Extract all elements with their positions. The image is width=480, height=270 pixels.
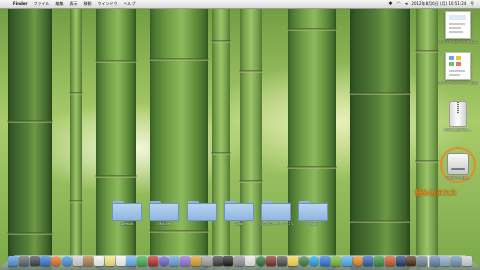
dock bbox=[8, 254, 472, 268]
chess-icon[interactable] bbox=[212, 256, 223, 266]
folder-label: ダウンロード・プログラム bbox=[259, 222, 293, 226]
time-machine-icon[interactable] bbox=[298, 256, 309, 266]
folder-icon-2[interactable]: Mobile bbox=[147, 201, 181, 226]
mail-icon[interactable] bbox=[72, 256, 83, 266]
folder-icon-1[interactable]: Default bbox=[110, 201, 144, 226]
calendar-icon[interactable] bbox=[94, 256, 105, 266]
photo-booth-icon[interactable] bbox=[147, 256, 158, 266]
vlc-icon[interactable] bbox=[352, 256, 363, 266]
clock[interactable]: 2012年8月6日 (月) 10:51:24 bbox=[409, 0, 468, 8]
menu-finder[interactable]: Finder bbox=[10, 0, 31, 8]
menu-go[interactable]: 移動 bbox=[81, 0, 95, 8]
preview-icon[interactable] bbox=[201, 256, 212, 266]
archive-icon bbox=[449, 101, 467, 127]
safari-icon[interactable] bbox=[61, 256, 72, 266]
external-disk-icon bbox=[447, 153, 469, 175]
dock-separator bbox=[427, 255, 429, 267]
desktop-icon-label: ArchiveUtility-... bbox=[444, 128, 472, 132]
utilities-icon[interactable] bbox=[417, 256, 428, 266]
itunes-icon[interactable] bbox=[158, 256, 169, 266]
iphoto-icon[interactable] bbox=[169, 256, 180, 266]
bluetooth-icon[interactable]: ✱ bbox=[386, 0, 394, 8]
desktop-icon-disk[interactable]: WINOPEUDE... bbox=[438, 153, 478, 180]
desktop-wallpaper bbox=[0, 0, 480, 270]
downloads-stack-icon[interactable] bbox=[451, 256, 462, 266]
desktop-icon-archive[interactable]: ArchiveUtility-... bbox=[438, 101, 478, 132]
folder-label: Mobile bbox=[158, 222, 170, 226]
dropbox-icon[interactable] bbox=[320, 256, 331, 266]
word-icon[interactable] bbox=[363, 256, 374, 266]
folder-icon bbox=[112, 201, 142, 221]
wifi-icon[interactable]: ◠ bbox=[395, 0, 403, 8]
status-area: ✱ ◠ ◂ 2012年8月6日 (月) 10:51:24 ⚲ bbox=[386, 0, 480, 8]
illustrator-icon[interactable] bbox=[406, 256, 417, 266]
spotlight-icon[interactable]: ⚲ bbox=[468, 0, 476, 8]
documents-stack-icon[interactable] bbox=[440, 256, 451, 266]
desktop-icon-label: スクリーンショット 2012-... bbox=[438, 81, 478, 85]
reminders-icon[interactable] bbox=[115, 256, 126, 266]
powerpoint-icon[interactable] bbox=[384, 256, 395, 266]
photoshop-icon[interactable] bbox=[395, 256, 406, 266]
folder-icon-3[interactable] bbox=[185, 201, 219, 222]
garageband-icon[interactable] bbox=[191, 256, 202, 266]
folder-icon-5[interactable]: ダウンロード・プログラム bbox=[259, 201, 293, 226]
image-thumbnail-icon bbox=[445, 52, 471, 80]
folder-label: Default bbox=[120, 222, 134, 226]
desktop-icon-label: スクリーンショット 2012-... bbox=[438, 40, 478, 44]
menu-edit[interactable]: 編集 bbox=[53, 0, 67, 8]
mission-control-icon[interactable] bbox=[29, 256, 40, 266]
finder-icon[interactable] bbox=[8, 256, 18, 266]
firefox-icon[interactable] bbox=[51, 256, 62, 266]
trash-icon[interactable] bbox=[461, 256, 472, 266]
activity-monitor-icon[interactable] bbox=[255, 256, 266, 266]
folder-icon-4[interactable]: Data bbox=[222, 201, 256, 226]
terminal-icon[interactable] bbox=[223, 256, 234, 266]
folder-icon-6[interactable]: Work bbox=[296, 201, 330, 226]
folder-icon bbox=[187, 201, 217, 221]
calculator-icon[interactable] bbox=[277, 256, 288, 266]
desktop-icon-label: WINOPEUDE... bbox=[445, 176, 471, 180]
folder-icon bbox=[149, 201, 179, 221]
folder-icon bbox=[224, 201, 254, 221]
evernote-icon[interactable] bbox=[330, 256, 341, 266]
excel-icon[interactable] bbox=[374, 256, 385, 266]
skype-icon[interactable] bbox=[309, 256, 320, 266]
image-thumbnail-icon bbox=[445, 11, 471, 39]
contacts-icon[interactable] bbox=[83, 256, 94, 266]
menu-view[interactable]: 表示 bbox=[67, 0, 81, 8]
folder-label: Work bbox=[308, 222, 318, 226]
system-preferences-icon[interactable] bbox=[234, 256, 245, 266]
notes-icon[interactable] bbox=[104, 256, 115, 266]
annotation-text: 読み込まれた bbox=[415, 189, 457, 197]
folder-icon bbox=[298, 201, 328, 221]
menu-file[interactable]: ファイル bbox=[31, 0, 53, 8]
launchpad-icon[interactable] bbox=[18, 256, 29, 266]
desktop-icon-screenshot-1[interactable]: スクリーンショット 2012-... bbox=[438, 11, 478, 44]
applications-stack-icon[interactable] bbox=[429, 256, 440, 266]
twitter-icon[interactable] bbox=[341, 256, 352, 266]
menu-window[interactable]: ウインドウ bbox=[95, 0, 121, 8]
facetime-icon[interactable] bbox=[137, 256, 148, 266]
menu-help[interactable]: ヘルプ bbox=[121, 0, 139, 8]
text-edit-icon[interactable] bbox=[244, 256, 255, 266]
desktop-icon-screenshot-2[interactable]: スクリーンショット 2012-... bbox=[438, 52, 478, 85]
menu-bar: Finder ファイル 編集 表示 移動 ウインドウ ヘルプ ✱ ◠ ◂ 201… bbox=[0, 0, 480, 9]
imovie-icon[interactable] bbox=[180, 256, 191, 266]
stickies-icon[interactable] bbox=[287, 256, 298, 266]
folder-label: Data bbox=[234, 222, 244, 226]
messages-icon[interactable] bbox=[126, 256, 137, 266]
dictionary-icon[interactable] bbox=[266, 256, 277, 266]
folder-icon bbox=[261, 201, 291, 221]
app-store-icon[interactable] bbox=[40, 256, 51, 266]
